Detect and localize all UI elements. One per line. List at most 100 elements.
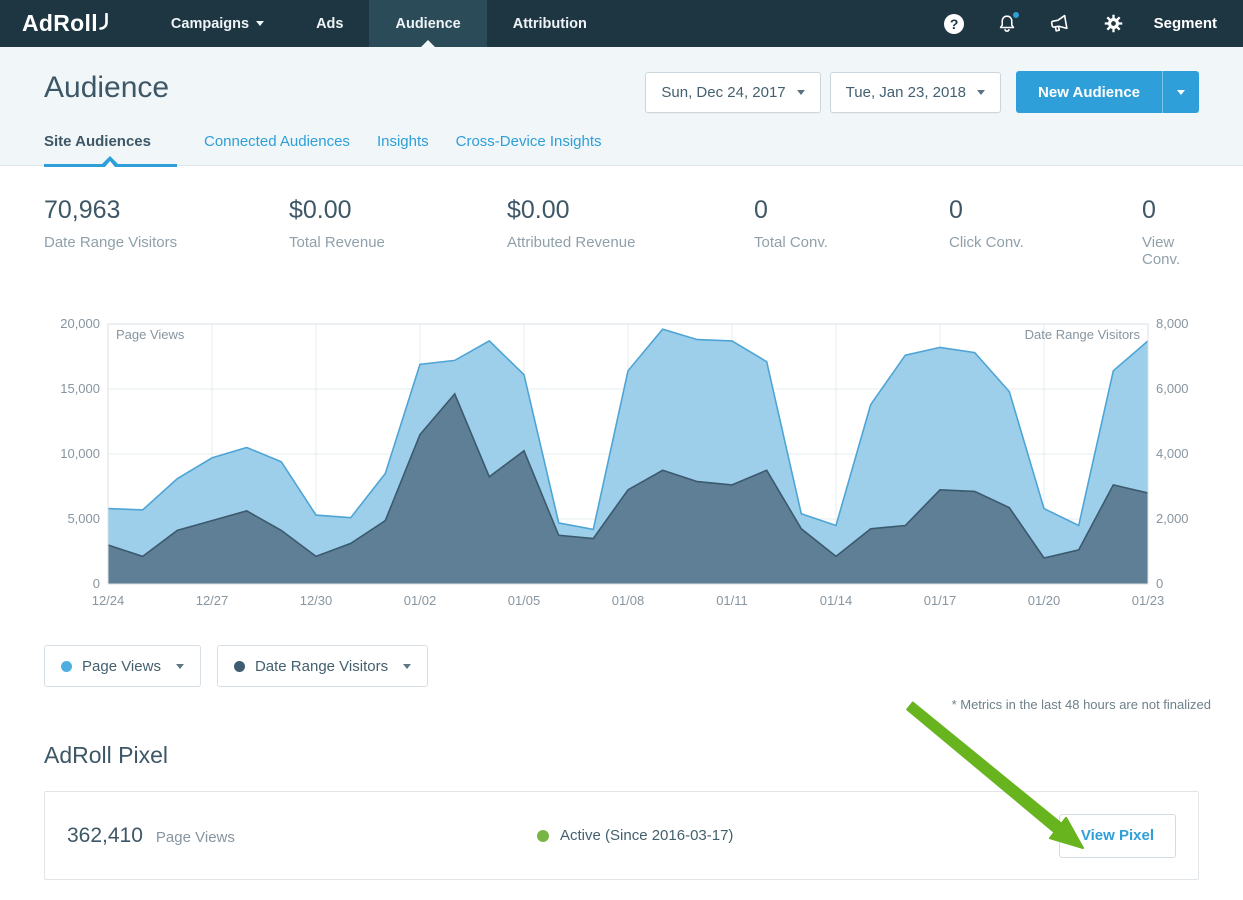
tab-cross-device-insights[interactable]: Cross-Device Insights <box>456 133 602 165</box>
metrics-footnote: * Metrics in the last 48 hours are not f… <box>0 687 1243 712</box>
nav-label: Attribution <box>513 16 587 32</box>
segment-menu[interactable]: Segment <box>1140 15 1231 32</box>
svg-text:4,000: 4,000 <box>1156 446 1189 461</box>
new-audience-dropdown-button[interactable] <box>1162 71 1199 113</box>
svg-text:01/02: 01/02 <box>404 593 437 608</box>
svg-text:01/20: 01/20 <box>1028 593 1061 608</box>
tab-insights[interactable]: Insights <box>377 133 429 165</box>
audience-tabs: Site Audiences Connected Audiences Insig… <box>44 133 1199 165</box>
stat-total-conv: 0 Total Conv. <box>754 196 949 268</box>
settings-button[interactable] <box>1087 0 1140 47</box>
stat-label: Click Conv. <box>949 234 1142 251</box>
start-date-picker[interactable]: Sun, Dec 24, 2017 <box>645 72 820 113</box>
stat-attributed-revenue: $0.00 Attributed Revenue <box>507 196 754 268</box>
stat-click-conv: 0 Click Conv. <box>949 196 1142 268</box>
stat-value: 0 <box>949 196 1142 225</box>
pixel-section-title: AdRoll Pixel <box>0 712 1243 769</box>
nav-label: Ads <box>316 16 343 32</box>
tab-underline-notch-inner-icon <box>105 161 115 167</box>
notifications-button[interactable] <box>981 0 1034 47</box>
logo-text: AdRoll <box>22 10 98 37</box>
svg-text:01/08: 01/08 <box>612 593 645 608</box>
svg-text:0: 0 <box>93 576 100 591</box>
end-date-value: Tue, Jan 23, 2018 <box>846 84 966 101</box>
nav-label: Audience <box>395 16 460 32</box>
pixel-page-views-value: 362,410 <box>67 824 143 848</box>
adroll-logo[interactable]: AdRoll <box>0 0 145 47</box>
tab-label: Site Audiences <box>44 133 151 150</box>
pixel-card: 362,410 Page Views Active (Since 2016-03… <box>44 791 1199 880</box>
stat-label: Date Range Visitors <box>44 234 289 251</box>
svg-text:01/14: 01/14 <box>820 593 853 608</box>
stat-value: $0.00 <box>507 196 754 225</box>
svg-text:12/24: 12/24 <box>92 593 125 608</box>
stat-value: 0 <box>754 196 949 225</box>
primary-nav: Campaigns Ads Audience Attribution <box>145 0 613 47</box>
caret-down-icon <box>1177 90 1185 95</box>
svg-text:5,000: 5,000 <box>67 511 100 526</box>
stat-label: Total Conv. <box>754 234 949 251</box>
chart-legend: Page Views Date Range Visitors <box>0 617 1243 687</box>
trend-chart-svg[interactable]: 20,00015,00010,0005,00008,0006,0004,0002… <box>44 314 1200 612</box>
tab-connected-audiences[interactable]: Connected Audiences <box>204 133 350 165</box>
nav-item-audience[interactable]: Audience <box>369 0 486 47</box>
caret-down-icon <box>403 664 411 669</box>
megaphone-icon <box>1048 12 1072 36</box>
trend-chart: 20,00015,00010,0005,00008,0006,0004,0002… <box>0 268 1243 617</box>
visitors-dot-icon <box>234 661 245 672</box>
svg-text:01/05: 01/05 <box>508 593 541 608</box>
stat-label: View Conv. <box>1142 234 1199 268</box>
new-audience-button[interactable]: New Audience <box>1016 71 1162 113</box>
legend-date-range-visitors[interactable]: Date Range Visitors <box>217 645 428 687</box>
stat-value: $0.00 <box>289 196 507 225</box>
status-text: Active (Since 2016-03-17) <box>560 827 733 844</box>
nav-item-attribution[interactable]: Attribution <box>487 0 613 47</box>
stat-label: Total Revenue <box>289 234 507 251</box>
nav-right-actions: ? <box>928 0 1243 47</box>
logo-curl-icon <box>99 13 109 30</box>
legend-label: Page Views <box>82 658 161 675</box>
nav-item-campaigns[interactable]: Campaigns <box>145 0 290 47</box>
stat-value: 0 <box>1142 196 1199 225</box>
active-tab-notch-icon <box>421 40 435 47</box>
new-audience-split-button: New Audience <box>1016 71 1199 113</box>
page-views-dot-icon <box>61 661 72 672</box>
gear-icon <box>1103 13 1124 34</box>
stat-date-range-visitors: 70,963 Date Range Visitors <box>44 196 289 268</box>
view-pixel-button[interactable]: View Pixel <box>1059 814 1176 858</box>
svg-text:Page Views: Page Views <box>116 327 185 342</box>
help-icon: ? <box>944 14 964 34</box>
svg-text:01/11: 01/11 <box>716 593 748 608</box>
svg-text:20,000: 20,000 <box>60 316 100 331</box>
page-title: Audience <box>44 71 169 105</box>
svg-text:12/30: 12/30 <box>300 593 333 608</box>
caret-down-icon <box>977 90 985 95</box>
stat-value: 70,963 <box>44 196 289 225</box>
svg-text:01/23: 01/23 <box>1132 593 1165 608</box>
announcements-button[interactable] <box>1034 0 1087 47</box>
end-date-picker[interactable]: Tue, Jan 23, 2018 <box>830 72 1001 113</box>
help-button[interactable]: ? <box>928 0 981 47</box>
caret-down-icon <box>797 90 805 95</box>
stat-total-revenue: $0.00 Total Revenue <box>289 196 507 268</box>
caret-down-icon <box>176 664 184 669</box>
svg-text:15,000: 15,000 <box>60 381 100 396</box>
nav-label: Campaigns <box>171 16 249 32</box>
help-glyph: ? <box>950 16 959 32</box>
svg-text:01/17: 01/17 <box>924 593 957 608</box>
tab-site-audiences[interactable]: Site Audiences <box>44 133 177 167</box>
stat-view-conv: 0 View Conv. <box>1142 196 1199 268</box>
start-date-value: Sun, Dec 24, 2017 <box>661 84 785 101</box>
stat-label: Attributed Revenue <box>507 234 754 251</box>
notification-dot <box>1011 10 1021 20</box>
nav-item-ads[interactable]: Ads <box>290 0 369 47</box>
legend-label: Date Range Visitors <box>255 658 388 675</box>
page-header: Audience Sun, Dec 24, 2017 Tue, Jan 23, … <box>0 47 1243 166</box>
top-nav: AdRoll Campaigns Ads Audience Attributio… <box>0 0 1243 47</box>
svg-text:2,000: 2,000 <box>1156 511 1189 526</box>
status-dot-icon <box>537 830 549 842</box>
legend-page-views[interactable]: Page Views <box>44 645 201 687</box>
header-controls: Sun, Dec 24, 2017 Tue, Jan 23, 2018 New … <box>645 71 1199 113</box>
summary-stats: 70,963 Date Range Visitors $0.00 Total R… <box>0 166 1243 268</box>
svg-text:0: 0 <box>1156 576 1163 591</box>
